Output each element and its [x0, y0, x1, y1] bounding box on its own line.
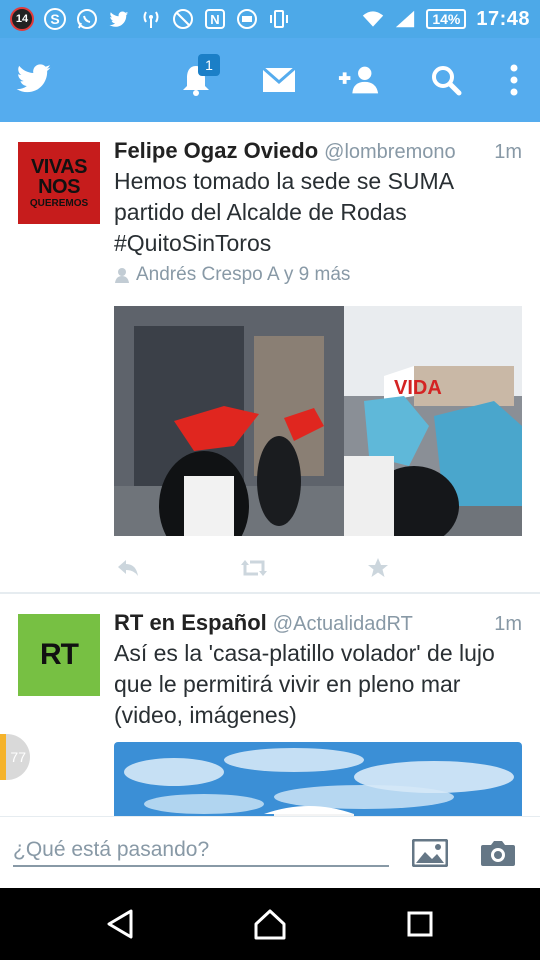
home-icon — [254, 909, 286, 940]
blocked-app-icon — [172, 8, 194, 30]
unread-count: 77 — [10, 749, 26, 765]
avatar-text-line: QUEREMOS — [29, 198, 89, 209]
wifi-icon — [362, 8, 384, 30]
retweet-icon — [241, 560, 267, 576]
battery-level: 14% — [426, 9, 467, 29]
add-user-icon — [338, 66, 379, 94]
author-handle[interactable]: @ActualidadRT — [273, 613, 413, 636]
whatsapp-icon — [76, 8, 98, 30]
tweet-text: Hemos tomado la sede se SUMA partido del… — [114, 168, 453, 256]
overflow-menu-icon — [510, 64, 518, 96]
protest-photo: VIDA — [114, 306, 522, 536]
status-bar-notifications: 14 S N — [10, 7, 290, 31]
compose-tweet-input[interactable] — [13, 835, 389, 867]
camera-icon — [481, 841, 515, 866]
search-icon — [432, 66, 462, 96]
search-button[interactable] — [424, 58, 468, 102]
system-navigation-bar — [0, 888, 540, 960]
screen-cast-icon — [236, 8, 258, 30]
author-name[interactable]: RT en Español — [114, 610, 267, 636]
messages-button[interactable] — [257, 58, 301, 102]
status-bar: 14 S N 14% 17:48 — [0, 0, 540, 38]
home-button[interactable] — [250, 904, 290, 944]
image-icon — [412, 839, 448, 867]
compose-bar — [0, 816, 540, 888]
favorite-button[interactable] — [364, 554, 392, 582]
retweet-context-text: Andrés Crespo A y 9 más — [136, 264, 351, 285]
svg-text:S: S — [50, 11, 59, 27]
clock: 17:48 — [476, 7, 530, 30]
tweet-photo[interactable]: VIDA — [114, 306, 522, 536]
app-action-bar: 1 — [0, 38, 540, 122]
nfc-icon: N — [204, 8, 226, 30]
tweet-actions — [114, 554, 414, 582]
avatar-text: RT — [40, 638, 79, 671]
tweet-photo[interactable] — [114, 742, 522, 816]
twitter-bird-icon[interactable] — [14, 58, 54, 98]
user-icon — [115, 268, 129, 283]
tweet-item[interactable]: VIVAS NOS QUEREMOS Felipe Ogaz Oviedo @l… — [0, 122, 540, 592]
back-triangle-icon — [107, 909, 133, 939]
tweet-text: Así es la 'casa-platillo volador' de luj… — [114, 640, 495, 728]
back-button[interactable] — [100, 904, 140, 944]
author-handle[interactable]: @lombremono — [324, 141, 455, 164]
vibrate-icon — [268, 8, 290, 30]
notification-count-badge: 14 — [10, 7, 34, 31]
star-icon — [368, 558, 388, 577]
retweet-button[interactable] — [240, 554, 268, 582]
sky-photo — [114, 742, 522, 816]
add-user-button[interactable] — [337, 58, 381, 102]
envelope-icon — [262, 67, 296, 92]
tweet-timestamp: 1m — [494, 613, 522, 635]
notifications-button[interactable]: 1 — [174, 54, 220, 102]
twitter-app-screen: 14 S N 14% 17:48 1 VIVAS NOS QUEREMOS Fe… — [0, 0, 540, 960]
add-photo-button[interactable] — [410, 835, 450, 871]
recent-apps-button[interactable] — [400, 904, 440, 944]
tweet-timestamp: 1m — [494, 141, 522, 163]
avatar[interactable]: VIVAS NOS QUEREMOS — [18, 142, 100, 224]
home-timeline[interactable]: VIVAS NOS QUEREMOS Felipe Ogaz Oviedo @l… — [0, 122, 540, 816]
svg-text:N: N — [210, 12, 219, 27]
twitter-notification-icon — [108, 8, 130, 30]
tweet-item[interactable]: RT RT en Español @ActualidadRT 1m Así es… — [0, 594, 540, 816]
overflow-menu-button[interactable] — [492, 58, 536, 102]
photo-sign-text: VIDA — [394, 377, 442, 399]
recent-apps-icon — [407, 911, 433, 937]
notifications-badge: 1 — [198, 54, 220, 76]
tweet-header: RT en Español @ActualidadRT 1m — [114, 610, 522, 640]
skype-icon: S — [44, 8, 66, 30]
avatar-text-line: NOS — [38, 176, 80, 198]
reply-icon — [118, 560, 138, 576]
retweet-context[interactable]: Andrés Crespo A y 9 más — [114, 264, 350, 286]
author-name[interactable]: Felipe Ogaz Oviedo — [114, 138, 318, 164]
status-bar-system: 14% 17:48 — [362, 8, 530, 31]
camera-button[interactable] — [478, 835, 518, 871]
reply-button[interactable] — [114, 554, 142, 582]
hotspot-icon — [140, 8, 162, 30]
signal-icon — [394, 8, 416, 30]
avatar[interactable]: RT — [18, 614, 100, 696]
tweet-header: Felipe Ogaz Oviedo @lombremono 1m — [114, 138, 522, 168]
avatar-text-line: VIVAS — [30, 156, 88, 178]
